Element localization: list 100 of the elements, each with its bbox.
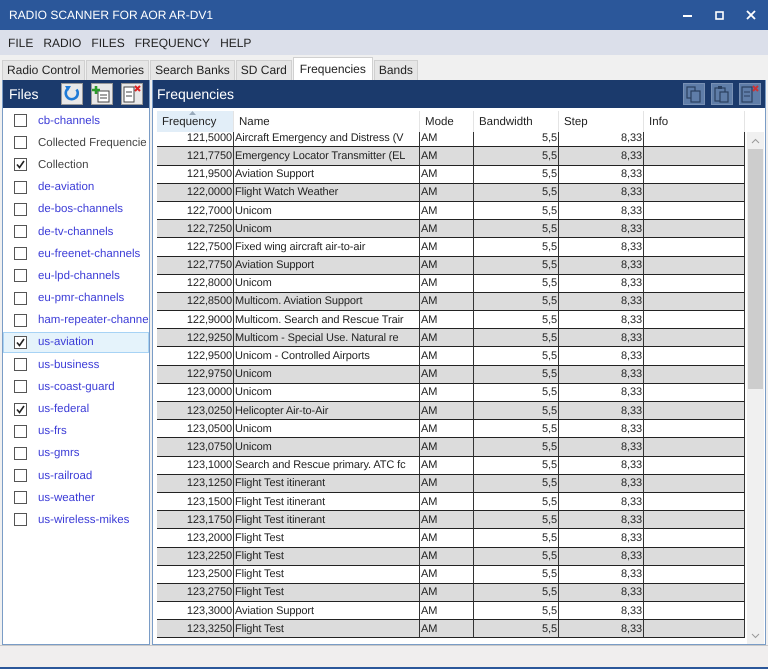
close-icon[interactable] xyxy=(746,10,756,20)
tab[interactable]: Frequencies xyxy=(292,57,373,80)
table-cell: 8,33 xyxy=(559,620,644,638)
column-header[interactable]: Frequency xyxy=(157,111,234,132)
tab[interactable]: Radio Control xyxy=(2,60,86,80)
checkbox[interactable] xyxy=(14,513,27,526)
table-cell: AM xyxy=(420,329,474,348)
channel-list-entry[interactable]: us-aviation xyxy=(3,332,149,354)
table-cell: Flight Watch Weather xyxy=(234,184,420,202)
tab[interactable]: Search Banks xyxy=(150,60,235,80)
add-file-icon[interactable] xyxy=(91,83,113,105)
panel-title: Frequencies xyxy=(157,86,236,102)
table-cell: Helicopter Air-to-Air xyxy=(234,402,420,420)
table-cell: 8,33 xyxy=(559,438,644,457)
tab[interactable]: SD Card xyxy=(236,60,292,80)
menu-item[interactable]: FREQUENCY xyxy=(130,36,216,50)
channel-list-entry[interactable]: us-coast-guard xyxy=(3,376,149,398)
checkbox[interactable] xyxy=(14,225,27,238)
table-cell: 8,33 xyxy=(559,256,644,275)
channel-list-entry[interactable]: Collected Frequencie xyxy=(3,132,149,154)
table-cell: 122,9750 xyxy=(157,366,234,384)
table-cell: Multicom - Special Use. Natural re xyxy=(234,329,420,348)
channel-list-entry[interactable]: de-tv-channels xyxy=(3,220,149,242)
refresh-icon[interactable] xyxy=(61,83,83,105)
table-cell: Unicom xyxy=(234,366,420,384)
delete-file-icon[interactable] xyxy=(121,83,143,105)
checkbox[interactable] xyxy=(14,380,27,394)
checkbox[interactable] xyxy=(14,358,27,372)
checkbox[interactable] xyxy=(14,469,27,482)
table-cell: 5,5 xyxy=(474,292,559,312)
table-cell: 123,2750 xyxy=(157,584,234,602)
menu-item[interactable]: HELP xyxy=(215,36,256,50)
channel-list-entry[interactable]: us-business xyxy=(3,354,149,376)
table-cell: 5,5 xyxy=(474,474,559,493)
checkbox[interactable] xyxy=(14,446,27,460)
panel-title: Files xyxy=(9,86,40,102)
table-cell: 5,5 xyxy=(474,220,559,238)
checkbox[interactable] xyxy=(14,402,27,416)
channel-list-entry[interactable]: eu-pmr-channels xyxy=(3,288,149,309)
table-cell: AM xyxy=(420,256,474,275)
checkbox[interactable] xyxy=(14,180,27,194)
sort-ascending-icon xyxy=(189,111,196,115)
copy-icon[interactable] xyxy=(683,83,705,105)
table-cell: 5,5 xyxy=(474,366,559,384)
table-cell: 8,33 xyxy=(559,329,644,348)
checkbox[interactable] xyxy=(14,114,27,128)
channel-list-entry[interactable]: us-frs xyxy=(3,420,149,442)
table-cell: 123,0750 xyxy=(157,438,234,457)
checkbox[interactable] xyxy=(14,158,27,172)
paste-icon[interactable] xyxy=(711,83,733,105)
table-cell: Flight Test itinerant xyxy=(234,511,420,530)
table-cell: Flight Test itinerant xyxy=(234,474,420,493)
channel-list-entry[interactable]: de-bos-channels xyxy=(3,198,149,220)
checkbox[interactable] xyxy=(14,269,27,282)
table-cell: 5,5 xyxy=(474,438,559,457)
menu-item[interactable]: FILE xyxy=(3,36,38,50)
table-cell: AM xyxy=(420,511,474,530)
checkbox[interactable] xyxy=(14,424,27,438)
table-cell: 5,5 xyxy=(474,584,559,602)
channel-list-entry[interactable]: eu-freenet-channels xyxy=(3,243,149,264)
channel-list-entry[interactable]: eu-lpd-channels xyxy=(3,265,149,286)
table-cell: 8,33 xyxy=(559,366,644,384)
maximize-icon[interactable] xyxy=(714,10,724,20)
channel-list-entry[interactable]: Collection xyxy=(3,154,149,176)
table-cell: AM xyxy=(420,402,474,420)
checkbox[interactable] xyxy=(14,292,27,305)
menu-item[interactable]: FILES xyxy=(86,36,130,50)
table-cell: 8,33 xyxy=(559,548,644,566)
table-cell: 5,5 xyxy=(474,184,559,202)
channel-list-entry[interactable]: ham-repeater-channe xyxy=(3,310,149,331)
channel-list-entry[interactable]: us-federal xyxy=(3,398,149,420)
tab[interactable]: Memories xyxy=(86,60,150,80)
tab[interactable]: Bands xyxy=(374,60,418,80)
delete-icon[interactable] xyxy=(739,83,761,105)
table-cell: Aviation Support xyxy=(234,256,420,275)
channel-list-entry[interactable]: us-wireless-mikes xyxy=(3,509,149,531)
table-cell: 121,7750 xyxy=(157,147,234,166)
channel-list-entry[interactable]: us-railroad xyxy=(3,465,149,486)
menu-item[interactable]: RADIO xyxy=(38,36,86,50)
table-cell: 8,33 xyxy=(559,402,644,420)
table-cell: 123,0250 xyxy=(157,402,234,420)
table-cell: 122,7250 xyxy=(157,220,234,238)
channel-list-entry[interactable]: cb-channels xyxy=(3,110,149,132)
channel-list-entry[interactable]: de-aviation xyxy=(3,176,149,198)
checkbox[interactable] xyxy=(14,314,27,327)
table-cell: AM xyxy=(420,366,474,384)
checkbox[interactable] xyxy=(14,491,27,504)
channel-list-entry[interactable]: us-weather xyxy=(3,487,149,508)
checkbox[interactable] xyxy=(14,336,27,349)
table-cell: AM xyxy=(420,620,474,638)
checkbox[interactable] xyxy=(14,202,27,216)
table-cell: Unicom xyxy=(234,220,420,238)
table-cell: 123,2250 xyxy=(157,548,234,566)
table-cell: 5,5 xyxy=(474,620,559,638)
checkbox[interactable] xyxy=(14,136,27,150)
checkbox[interactable] xyxy=(14,247,27,260)
channel-list-entry[interactable]: us-gmrs xyxy=(3,442,149,464)
table-cell: AM xyxy=(420,147,474,166)
table-cell: Multicom. Aviation Support xyxy=(234,292,420,312)
table-cell: 8,33 xyxy=(559,511,644,530)
